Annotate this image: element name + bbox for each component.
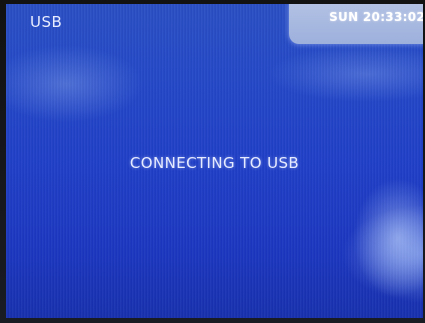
- clock-panel: SUN 20:33:02: [289, 4, 423, 44]
- device-bezel: USB SUN 20:33:02 CONNECTING TO USB: [0, 0, 425, 323]
- status-message: CONNECTING TO USB: [129, 154, 300, 172]
- screen-glare: [353, 178, 423, 298]
- display-screen: USB SUN 20:33:02 CONNECTING TO USB: [6, 4, 423, 318]
- clock-readout: SUN 20:33:02: [329, 10, 423, 24]
- mode-label: USB: [30, 13, 63, 31]
